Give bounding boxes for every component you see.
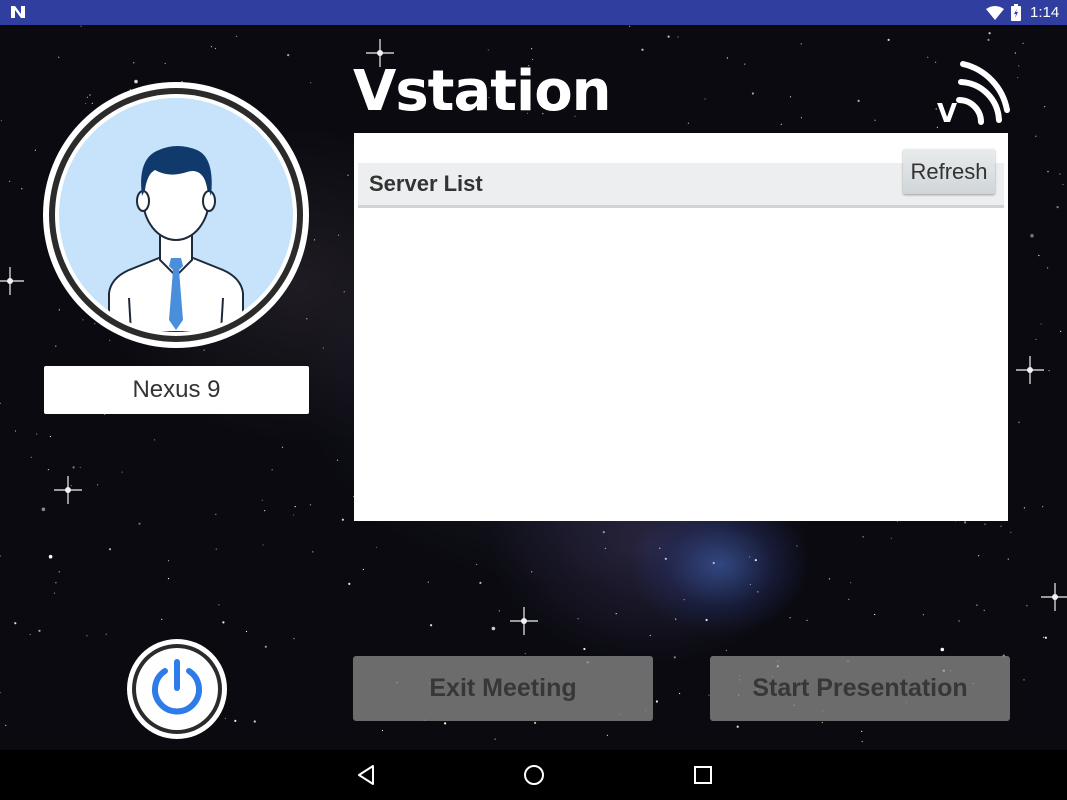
exit-meeting-button[interactable]: Exit Meeting [353, 656, 653, 721]
status-time: 1:14 [1030, 4, 1060, 21]
cast-signal-logo-icon: V [937, 61, 1010, 126]
server-list-title: Server List [369, 171, 483, 196]
start-presentation-button[interactable]: Start Presentation [710, 656, 1010, 721]
back-icon[interactable] [354, 763, 378, 787]
server-list-header: Server List Refresh [358, 149, 1004, 208]
status-bar: 1:14 [0, 0, 1067, 25]
refresh-button[interactable]: Refresh [903, 149, 995, 194]
wifi-icon [986, 6, 1004, 20]
power-button[interactable] [127, 639, 227, 739]
app-title: Vstation [353, 59, 612, 124]
recents-icon[interactable] [691, 763, 715, 787]
notification-n-icon [11, 6, 25, 18]
device-name-label: Nexus 9 [44, 366, 309, 414]
user-avatar-icon [108, 146, 244, 332]
power-icon [152, 659, 202, 715]
battery-icon [1011, 4, 1021, 21]
server-list-panel: Server List Refresh [354, 133, 1008, 521]
home-icon[interactable] [522, 763, 546, 787]
user-avatar [43, 82, 309, 348]
logo-letter: V [937, 99, 957, 126]
navigation-bar [0, 750, 1067, 800]
server-list-body[interactable] [354, 208, 1008, 521]
